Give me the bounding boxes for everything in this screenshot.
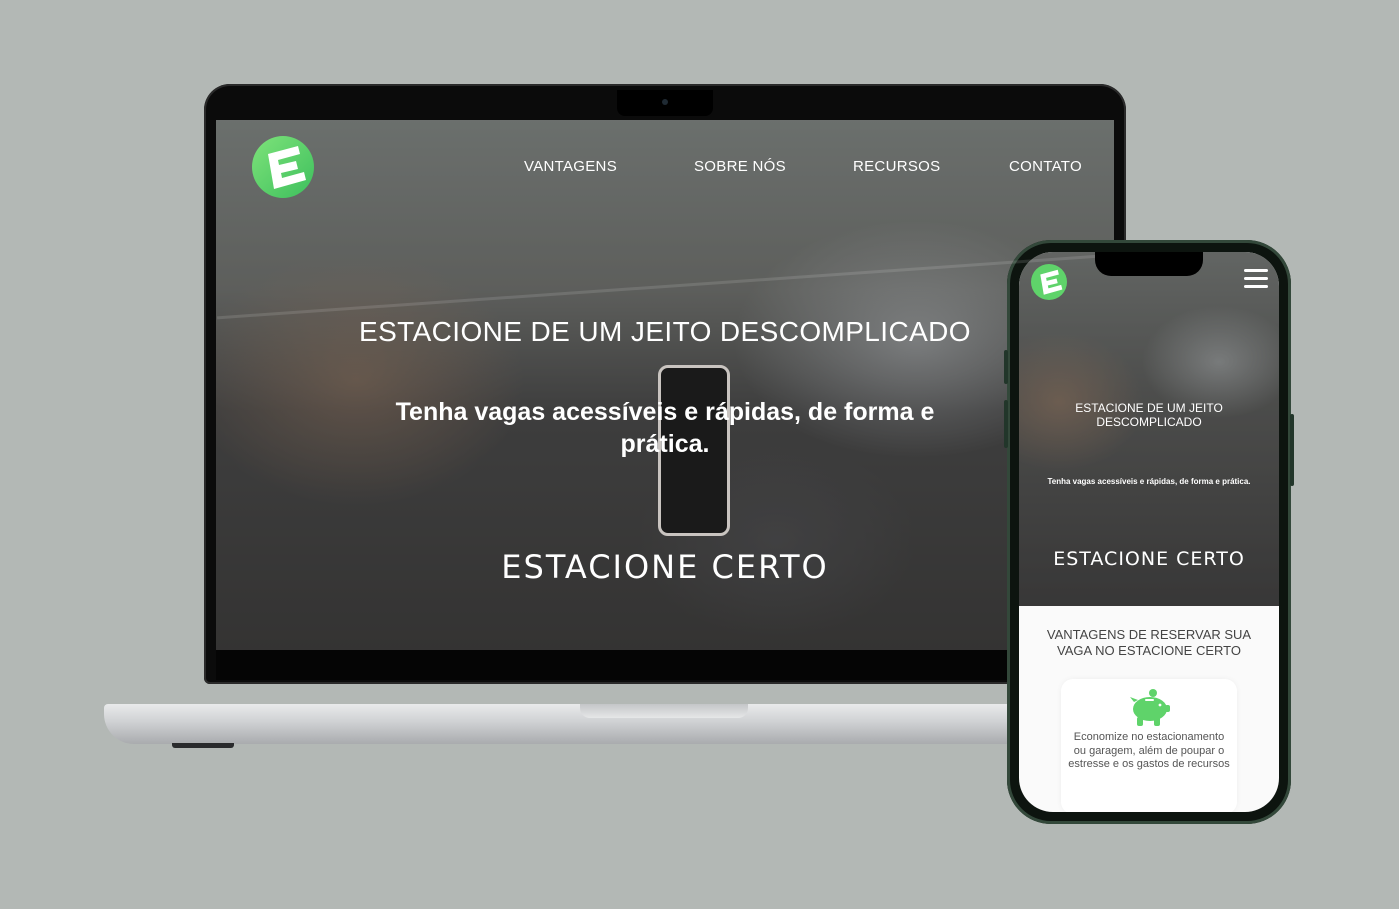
- mobile-site-logo[interactable]: [1031, 264, 1067, 300]
- laptop-camera: [662, 99, 668, 105]
- nav-vantagens[interactable]: VANTAGENS: [524, 158, 617, 175]
- laptop-bezel: [216, 650, 1114, 680]
- mobile-hero-brand-name: ESTACIONE CERTO: [1053, 548, 1245, 570]
- nav-recursos[interactable]: RECURSOS: [853, 158, 940, 175]
- laptop-foot: [172, 743, 234, 748]
- hero-subtitle: Tenha vagas acessíveis e rápidas, de for…: [395, 398, 935, 458]
- hero-title: ESTACIONE DE UM JEITO DESCOMPLICADO: [359, 316, 971, 347]
- mobile-hero-title: ESTACIONE DE UM JEITO DESCOMPLICADO: [1075, 401, 1223, 429]
- nav-sobre-nos[interactable]: SOBRE NÓS: [694, 158, 786, 175]
- phone-notch: [1095, 252, 1203, 276]
- advantage-card: Economize no estacionamento ou garagem, …: [1061, 679, 1237, 812]
- phone-volume-button: [1004, 400, 1008, 448]
- advantage-card-text: Economize no estacionamento ou garagem, …: [1068, 731, 1230, 770]
- laptop-groove: [580, 704, 748, 718]
- hamburger-menu-icon[interactable]: [1244, 269, 1268, 289]
- piggy-bank-icon: [1130, 689, 1170, 726]
- phone-volume-button: [1004, 350, 1008, 384]
- mobile-hero-subtitle: Tenha vagas acessíveis e rápidas, de for…: [1047, 477, 1251, 486]
- dashboard-decor: [216, 253, 1114, 320]
- advantages-title: VANTAGENS DE RESERVAR SUA VAGA NO ESTACI…: [1046, 627, 1252, 658]
- phone-power-button: [1290, 414, 1294, 486]
- hero-brand-name: ESTACIONE CERTO: [501, 548, 829, 586]
- nav-contato[interactable]: CONTATO: [1009, 158, 1082, 175]
- site-logo[interactable]: [252, 136, 314, 198]
